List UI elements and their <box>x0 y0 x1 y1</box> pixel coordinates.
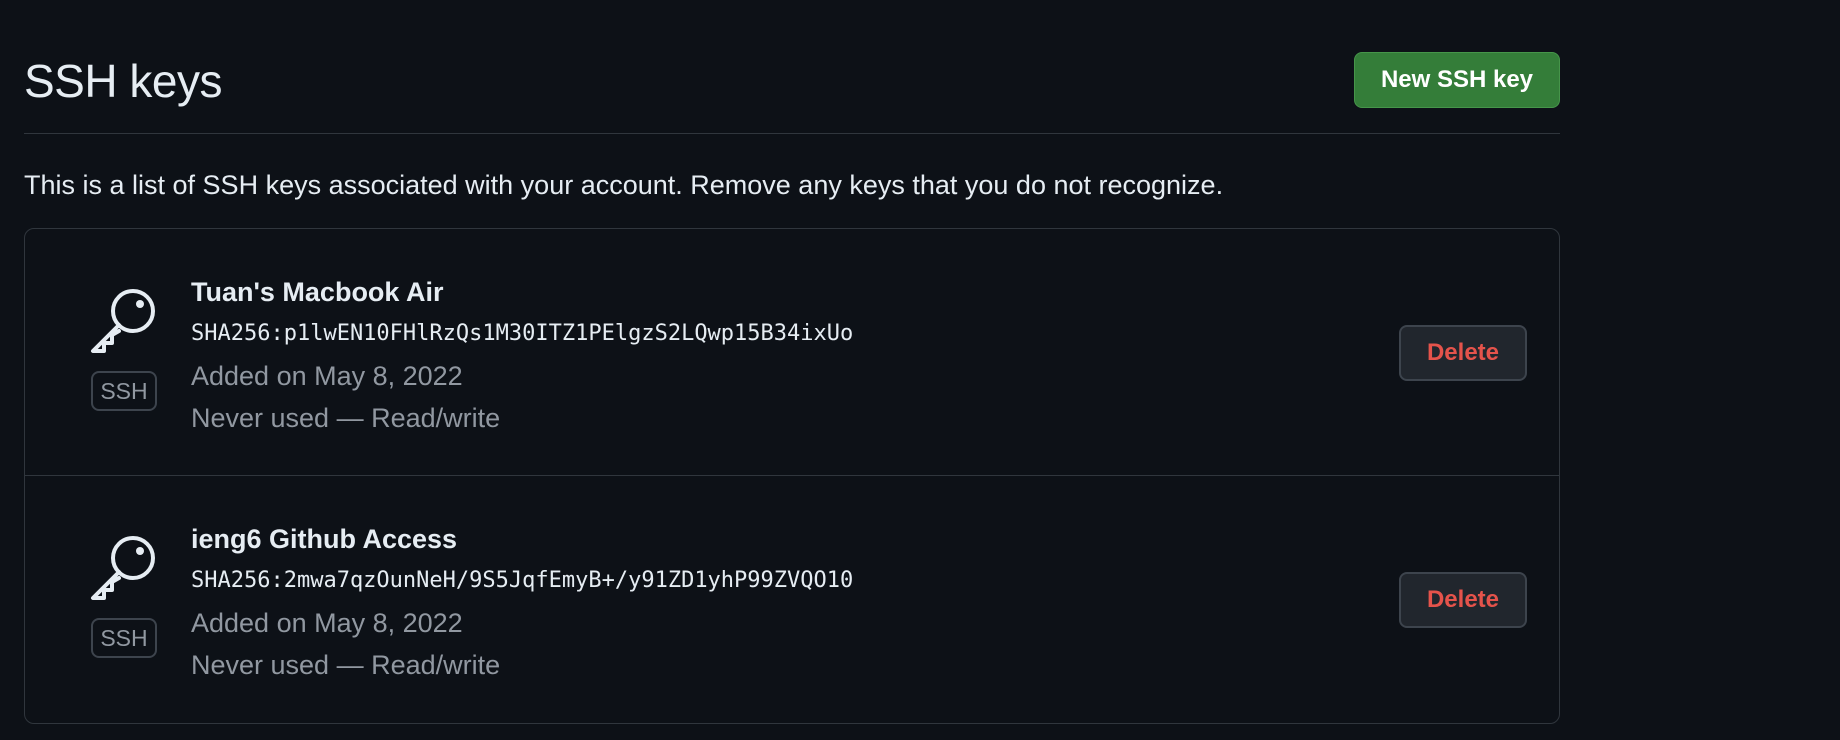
delete-key-button[interactable]: Delete <box>1399 572 1527 628</box>
new-ssh-key-button[interactable]: New SSH key <box>1354 52 1560 108</box>
key-usage-status: Never used — Read/write <box>191 650 501 680</box>
key-added-date: Added on May 8, 2022 <box>191 361 463 391</box>
key-icon <box>89 287 157 355</box>
key-details: ieng6 Github Access SHA256:2mwa7qzOunNeH… <box>191 518 853 686</box>
key-details: Tuan's Macbook Air SHA256:p1lwEN10FHlRzQ… <box>191 271 853 439</box>
key-title: ieng6 Github Access <box>191 524 458 554</box>
ssh-badge: SSH <box>91 371 157 411</box>
ssh-badge: SSH <box>91 618 157 658</box>
ssh-key-row: SSH Tuan's Macbook Air SHA256:p1lwEN10FH… <box>25 229 1559 476</box>
key-title: Tuan's Macbook Air <box>191 277 444 307</box>
ssh-keys-page: SSH keys New SSH key This is a list of S… <box>0 0 1840 740</box>
ssh-key-list: SSH Tuan's Macbook Air SHA256:p1lwEN10FH… <box>24 228 1560 724</box>
delete-key-button[interactable]: Delete <box>1399 325 1527 381</box>
key-fingerprint: SHA256:2mwa7qzOunNeH/9S5JqfEmyB+/y91ZD1y… <box>191 568 854 593</box>
key-fingerprint: SHA256:p1lwEN10FHlRzQs1M30ITZ1PElgzS2LQw… <box>191 321 854 346</box>
key-usage-status: Never used — Read/write <box>191 403 501 433</box>
page-title: SSH keys <box>24 55 222 107</box>
page-header: SSH keys New SSH key <box>24 40 1560 134</box>
key-added-date: Added on May 8, 2022 <box>191 608 463 638</box>
page-description: This is a list of SSH keys associated wi… <box>24 170 1224 200</box>
ssh-key-row: SSH ieng6 Github Access SHA256:2mwa7qzOu… <box>25 476 1559 723</box>
key-icon <box>89 534 157 602</box>
